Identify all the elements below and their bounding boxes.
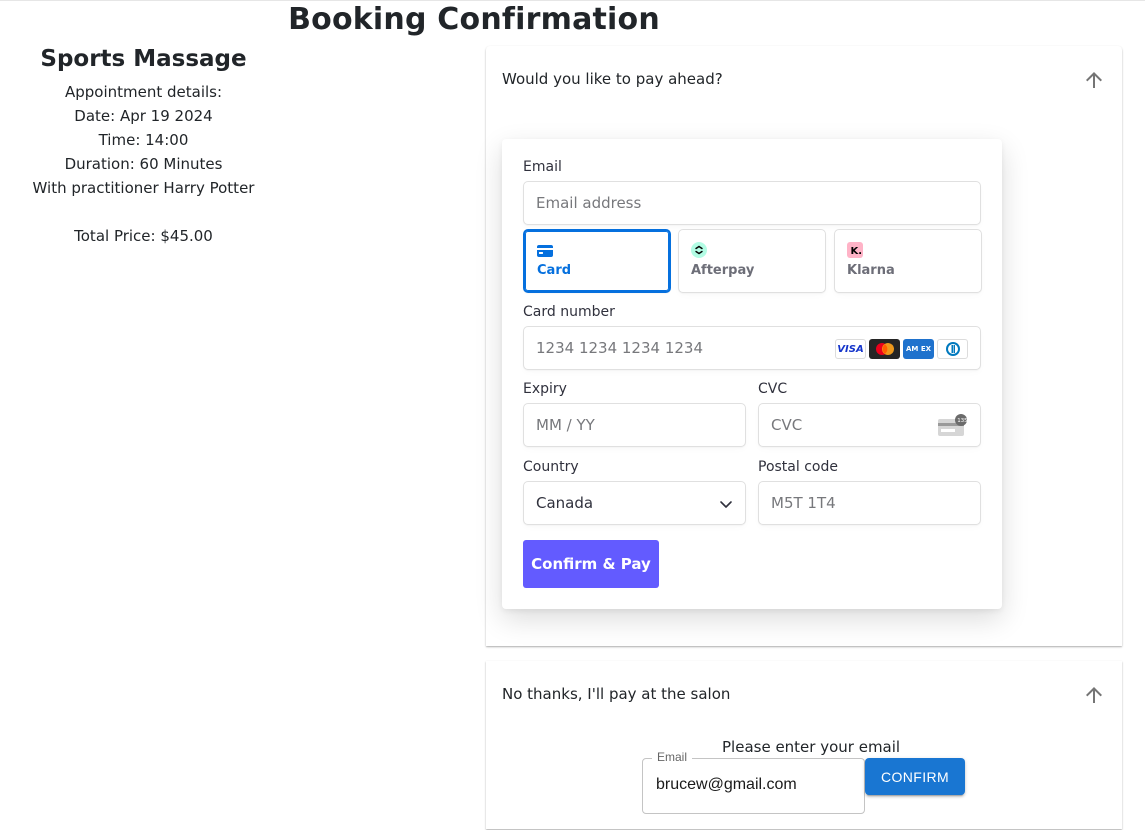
amex-icon: AM EX: [903, 339, 934, 359]
credit-card-icon: [537, 245, 553, 257]
service-name: Sports Massage: [40, 46, 247, 72]
email-input[interactable]: Email address: [523, 181, 981, 225]
details-heading: Appointment details:: [64, 83, 223, 101]
chevron-down-icon: [720, 501, 732, 508]
cvc-placeholder: CVC: [771, 416, 803, 434]
tab-card[interactable]: Card: [523, 229, 671, 293]
top-divider: [0, 0, 1145, 1]
cvc-label: CVC: [758, 381, 788, 397]
afterpay-icon: [691, 242, 707, 258]
cvc-input[interactable]: CVC 135: [758, 403, 981, 447]
postal-input[interactable]: M5T 1T4: [758, 481, 981, 525]
tab-afterpay-label: Afterpay: [691, 263, 755, 278]
tab-card-label: Card: [537, 263, 572, 278]
mastercard-icon: [869, 339, 900, 359]
svg-text:K.: K.: [851, 246, 863, 257]
salon-email-value: brucew@gmail.com: [656, 776, 797, 793]
cvc-card-icon: 135: [938, 414, 968, 436]
appointment-duration: Duration: 60 Minutes: [64, 155, 223, 173]
page-title: Booking Confirmation: [288, 2, 660, 37]
cvc-badge-text: 135: [957, 418, 968, 424]
card-brands: VISA AM EX: [835, 339, 968, 359]
card-number-label: Card number: [523, 304, 615, 320]
postal-label: Postal code: [758, 459, 838, 475]
salon-email-label: Email: [652, 750, 693, 764]
tab-klarna[interactable]: K. Klarna: [834, 229, 982, 293]
card-number-placeholder: 1234 1234 1234 1234: [536, 339, 703, 357]
visa-icon: VISA: [835, 339, 866, 359]
appointment-date: Date: Apr 19 2024: [74, 107, 213, 125]
appointment-practitioner: With practitioner Harry Potter: [32, 179, 255, 197]
payment-form: Email Email address Card Afterpay K. Kla…: [502, 139, 1002, 609]
email-label: Email: [523, 159, 562, 175]
pay-at-salon-heading[interactable]: No thanks, I'll pay at the salon: [502, 685, 730, 703]
total-price: Total Price: $45.00: [74, 227, 213, 245]
appointment-summary: Sports Massage Appointment details: Date…: [0, 46, 287, 248]
arrow-up-icon[interactable]: [1082, 68, 1106, 92]
expiry-placeholder: MM / YY: [536, 416, 595, 434]
pay-ahead-accordion: Would you like to pay ahead? Email Email…: [486, 46, 1122, 646]
salon-email-field[interactable]: Email brucew@gmail.com: [642, 750, 865, 814]
email-placeholder: Email address: [536, 194, 642, 212]
country-select[interactable]: Canada: [523, 481, 746, 525]
country-value: Canada: [536, 494, 594, 512]
country-label: Country: [523, 459, 579, 475]
pay-at-salon-accordion: No thanks, I'll pay at the salon Please …: [486, 661, 1122, 829]
card-number-input[interactable]: 1234 1234 1234 1234 VISA AM EX: [523, 326, 981, 370]
pay-ahead-heading[interactable]: Would you like to pay ahead?: [502, 70, 723, 88]
confirm-pay-button[interactable]: Confirm & Pay: [523, 540, 659, 588]
arrow-up-icon[interactable]: [1082, 683, 1106, 707]
postal-placeholder: M5T 1T4: [771, 494, 836, 512]
tab-klarna-label: Klarna: [847, 263, 895, 278]
appointment-time: Time: 14:00: [98, 131, 189, 149]
klarna-icon: K.: [847, 242, 863, 258]
confirm-button[interactable]: CONFIRM: [865, 758, 965, 795]
diners-icon: [937, 339, 968, 359]
expiry-input[interactable]: MM / YY: [523, 403, 746, 447]
expiry-label: Expiry: [523, 381, 567, 397]
email-prompt: Please enter your email: [722, 738, 901, 756]
tab-afterpay[interactable]: Afterpay: [678, 229, 826, 293]
